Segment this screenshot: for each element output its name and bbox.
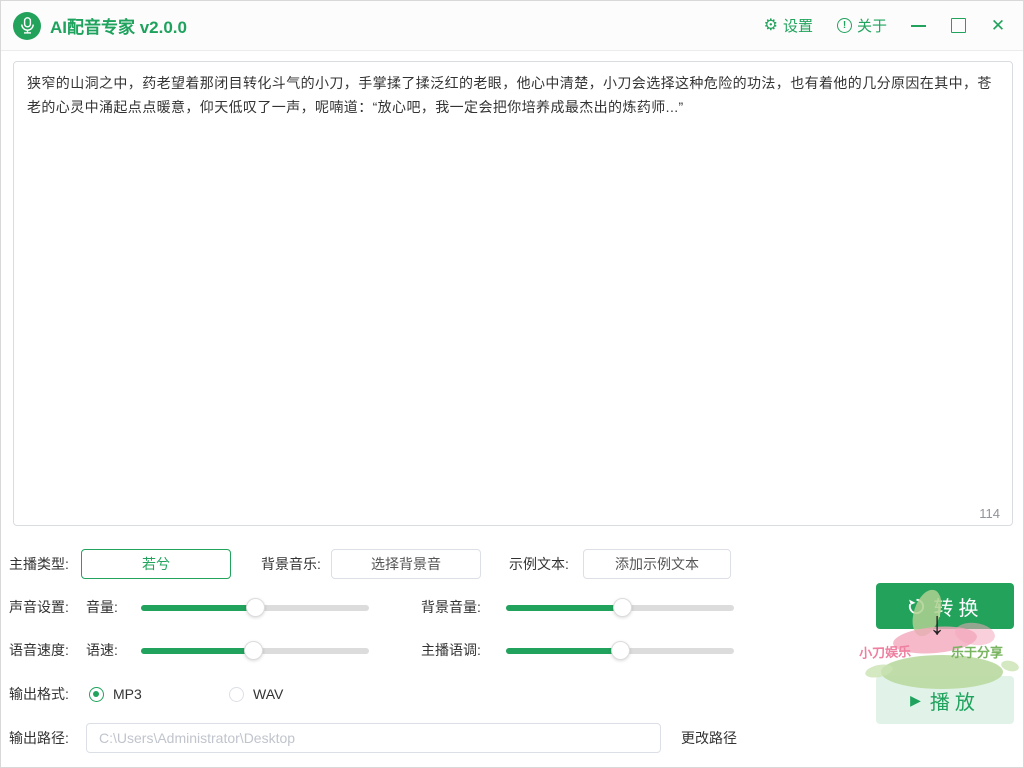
control-panel: 主播类型: 若兮 背景音乐: 选择背景音 示例文本: 添加示例文本 声音设置: … <box>1 526 1024 768</box>
sample-text-label: 示例文本: <box>509 549 569 579</box>
add-sample-text-button[interactable]: 添加示例文本 <box>583 549 731 579</box>
speech-speed-section-label: 语音速度: <box>9 636 69 666</box>
sound-settings-label: 声音设置: <box>9 593 69 623</box>
mp3-label: MP3 <box>113 679 142 709</box>
slider-fill <box>141 648 253 654</box>
slider-fill <box>506 648 620 654</box>
output-path-label: 输出路径: <box>9 723 69 753</box>
settings-button[interactable]: ⚙ 设置 <box>764 15 813 36</box>
volume-slider[interactable] <box>141 594 369 622</box>
app-title: AI配音专家 v2.0.0 <box>50 13 187 38</box>
editor-text: 狭窄的山洞之中，药老望着那闭目转化斗气的小刀，手掌揉了揉泛红的老眼，他心中清楚，… <box>14 62 1012 128</box>
speed-label: 语速: <box>86 636 118 666</box>
about-label: 关于 <box>857 15 887 36</box>
gear-icon: ⚙ <box>764 18 778 34</box>
watermark-splash <box>1000 659 1020 673</box>
bgm-select-button[interactable]: 选择背景音 <box>331 549 481 579</box>
microphone-logo-icon <box>13 12 41 40</box>
app-brand: AI配音专家 v2.0.0 <box>13 12 187 40</box>
mp3-radio[interactable] <box>89 687 104 702</box>
slider-knob[interactable] <box>613 598 632 617</box>
output-path-input[interactable] <box>86 723 661 753</box>
char-count: 114 <box>979 506 1000 521</box>
titlebar-actions: ⚙ 设置 ! 关于 ✕ <box>740 15 1007 36</box>
wav-radio[interactable] <box>229 687 244 702</box>
convert-refresh-icon <box>907 597 926 616</box>
settings-label: 设置 <box>783 15 813 36</box>
wav-label: WAV <box>253 679 283 709</box>
speed-slider[interactable] <box>141 637 369 665</box>
info-icon: ! <box>837 18 852 33</box>
play-button[interactable]: ▶ 播放 <box>876 676 1014 724</box>
volume-label: 音量: <box>86 593 118 623</box>
play-icon: ▶ <box>910 692 921 709</box>
slider-fill <box>141 605 255 611</box>
maximize-icon <box>951 18 966 33</box>
anchor-type-label: 主播类型: <box>9 549 69 579</box>
minimize-icon <box>911 25 926 27</box>
slider-fill <box>506 605 622 611</box>
tone-label: 主播语调: <box>421 636 481 666</box>
anchor-select-button[interactable]: 若兮 <box>81 549 231 579</box>
play-label: 播放 <box>930 686 980 715</box>
bg-volume-label: 背景音量: <box>421 593 481 623</box>
close-button[interactable]: ✕ <box>989 17 1007 35</box>
watermark-text-right: 乐于分享 <box>951 642 1003 661</box>
watermark-text-left: 小刀娱乐 <box>859 641 912 662</box>
minimize-button[interactable] <box>909 17 927 35</box>
tone-slider[interactable] <box>506 637 734 665</box>
output-format-label: 输出格式: <box>9 679 69 709</box>
slider-knob[interactable] <box>246 598 265 617</box>
change-path-button[interactable]: 更改路径 <box>681 723 737 753</box>
bgm-label: 背景音乐: <box>261 549 321 579</box>
text-editor-area[interactable]: 狭窄的山洞之中，药老望着那闭目转化斗气的小刀，手掌揉了揉泛红的老眼，他心中清楚，… <box>13 61 1013 526</box>
convert-label: 转换 <box>934 592 984 621</box>
bg-volume-slider[interactable] <box>506 594 734 622</box>
app-window: AI配音专家 v2.0.0 ⚙ 设置 ! 关于 ✕ 狭窄的山洞之中，药老望着那闭… <box>0 0 1024 768</box>
slider-knob[interactable] <box>611 641 630 660</box>
about-button[interactable]: ! 关于 <box>837 15 887 36</box>
convert-button[interactable]: 转换 <box>876 583 1014 629</box>
slider-knob[interactable] <box>244 641 263 660</box>
title-bar: AI配音专家 v2.0.0 ⚙ 设置 ! 关于 ✕ <box>1 1 1023 51</box>
maximize-button[interactable] <box>949 17 967 35</box>
